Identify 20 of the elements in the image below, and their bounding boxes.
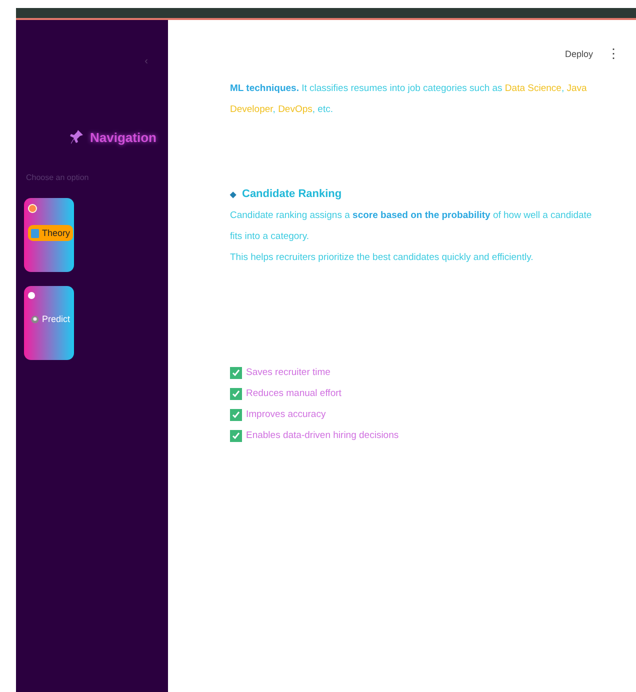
pin-icon xyxy=(70,129,84,145)
radio-dot xyxy=(28,292,35,299)
deploy-button[interactable]: Deploy xyxy=(564,48,593,58)
benefit-text: Saves recruiter time xyxy=(246,366,330,380)
intro-paragraph: ML techniques. It classifies resumes into job categories such as Data Science, Java Developer, DevOps, etc. xyxy=(230,82,588,117)
book-icon xyxy=(31,228,39,238)
radio-prompt: Choose an option xyxy=(26,173,90,182)
nav-option[interactable]: Theory xyxy=(24,198,74,272)
radio-dot xyxy=(28,204,37,213)
ranking-paragraph: Candidate ranking assigns a score based on the probability of how well a candidate fits into a category. xyxy=(230,209,593,244)
ranking-note: This helps recruiters prioritize the best candidates quickly and efficiently. xyxy=(230,251,534,265)
sidebar-title: Navigation xyxy=(90,130,156,144)
benefit-text: Enables data-driven hiring decisions xyxy=(246,429,399,443)
nav-option-label: Theory xyxy=(42,228,70,238)
benefit-text: Improves accuracy xyxy=(246,408,326,422)
diamond-bullet: ◆ xyxy=(230,189,236,201)
nav-option-label: Predict xyxy=(42,314,70,324)
section-heading: Candidate Ranking xyxy=(242,187,342,202)
benefit-text: Reduces manual effort xyxy=(246,387,342,401)
menu-button[interactable]: ⋮ xyxy=(607,46,620,61)
